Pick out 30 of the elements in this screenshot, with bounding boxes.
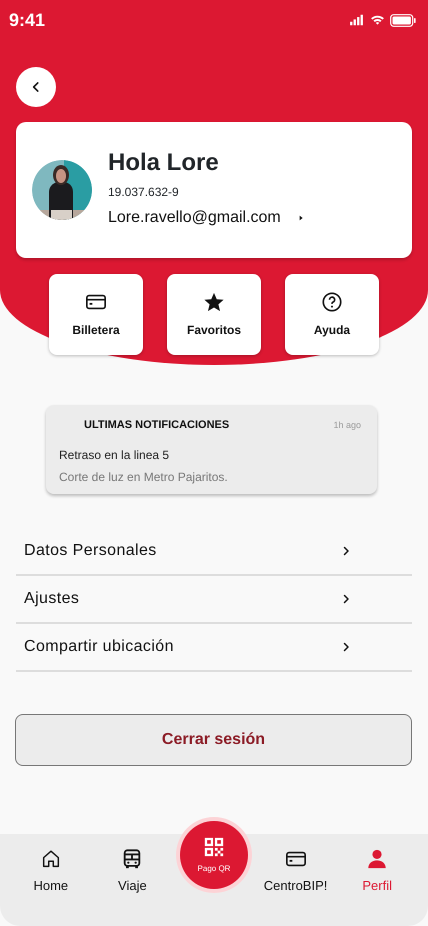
battery-icon <box>390 14 416 26</box>
logout-button[interactable]: Cerrar sesión <box>15 714 412 766</box>
back-button[interactable] <box>16 67 56 107</box>
notification-title: ULTIMAS NOTIFICACIONES <box>84 418 230 433</box>
notification-time: 1h ago <box>333 418 361 432</box>
greeting: Hola Lore <box>108 150 220 177</box>
menu-item[interactable]: Datos Personales <box>16 528 412 576</box>
menu-item[interactable]: Compartir ubicación <box>16 624 412 672</box>
notification-detail: Corte de luz en Metro Pajaritos. <box>59 468 229 486</box>
bus-icon <box>121 848 144 870</box>
menu-item[interactable]: Ajustes <box>16 576 412 624</box>
pay-qr-button[interactable]: Pago QR <box>180 821 248 889</box>
caret-right-icon <box>296 214 305 222</box>
nav-tab[interactable]: Perfil <box>336 834 418 926</box>
signal-icon <box>348 13 365 27</box>
shortcut-button[interactable]: Ayuda <box>285 274 379 355</box>
star-icon <box>203 290 225 312</box>
shortcut-button[interactable]: Billetera <box>49 274 143 355</box>
nav-tab[interactable]: CentroBIP! <box>254 834 336 926</box>
id-number: 19.037.632-9 <box>108 184 180 201</box>
nav-tab[interactable]: Viaje <box>92 834 174 926</box>
clock-time: 9:41 <box>9 8 46 32</box>
email-link[interactable]: Lore.ravello@gmail.com <box>108 206 305 230</box>
person-icon <box>366 848 388 870</box>
wifi-icon <box>369 13 386 27</box>
qr-code-icon <box>202 836 225 858</box>
help-icon <box>321 290 343 312</box>
nav-tab[interactable]: Home <box>10 834 92 926</box>
shortcut-button[interactable]: Favoritos <box>167 274 261 355</box>
notification-headline: Retraso en la linea 5 <box>59 446 170 464</box>
